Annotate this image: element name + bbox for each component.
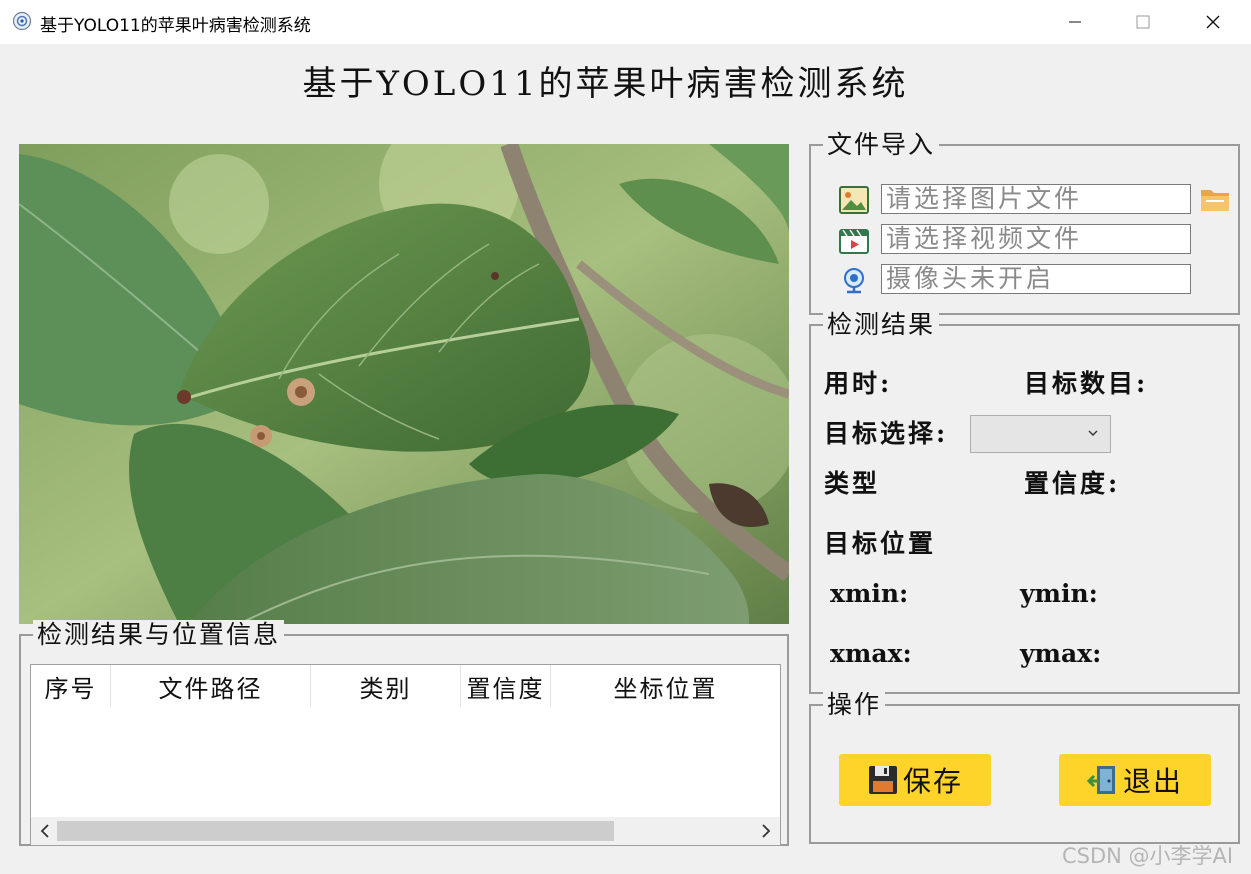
scroll-left-icon[interactable] xyxy=(35,821,55,841)
video-file-row: 请选择视频文件 xyxy=(839,224,1229,256)
results-table-group: 检测结果与位置信息 序号 文件路径 类别 置信度 坐标位置 xyxy=(19,620,789,846)
results-table-title: 检测结果与位置信息 xyxy=(33,620,285,650)
ymin-label: ymin: xyxy=(1020,579,1098,608)
target-count-label: 目标数目: xyxy=(1024,369,1149,398)
detection-result-group: 检测结果 用时: 目标数目: 目标选择: 类型 置信度: 目标位置 xmin: … xyxy=(809,310,1240,694)
detection-result-title: 检测结果 xyxy=(823,310,940,340)
results-table[interactable]: 序号 文件路径 类别 置信度 坐标位置 xyxy=(30,664,781,846)
scroll-right-icon[interactable] xyxy=(756,821,776,841)
target-select-label: 目标选择: xyxy=(824,419,949,448)
maximize-icon xyxy=(1136,15,1150,29)
camera-status-field[interactable]: 摄像头未开启 xyxy=(881,264,1191,294)
close-button[interactable] xyxy=(1178,0,1248,44)
horizontal-scrollbar[interactable] xyxy=(31,817,780,845)
close-icon xyxy=(1206,15,1220,29)
save-label: 保存 xyxy=(902,765,963,798)
exit-door-icon xyxy=(1086,766,1115,794)
column-header-coordinates[interactable]: 坐标位置 xyxy=(551,665,780,707)
save-icon xyxy=(868,766,897,794)
operations-group: 操作 保存 退出 xyxy=(809,690,1240,844)
confidence-label: 置信度: xyxy=(1024,469,1121,498)
folder-icon[interactable] xyxy=(1199,184,1231,214)
type-label: 类型 xyxy=(824,469,881,498)
picture-icon xyxy=(839,186,869,214)
file-import-title: 文件导入 xyxy=(823,130,940,160)
file-import-group: 文件导入 请选择图片文件 请选择视频文件 摄像头未开启 xyxy=(809,130,1240,315)
image-preview xyxy=(19,144,789,624)
target-select-dropdown[interactable] xyxy=(970,415,1111,453)
xmin-label: xmin: xyxy=(830,579,909,608)
video-file-field[interactable]: 请选择视频文件 xyxy=(881,224,1191,254)
time-label: 用时: xyxy=(824,369,893,398)
column-header-index[interactable]: 序号 xyxy=(31,665,111,707)
maximize-button[interactable] xyxy=(1108,0,1178,44)
ymax-label: ymax: xyxy=(1020,639,1102,668)
webcam-icon xyxy=(844,268,864,294)
column-header-file-path[interactable]: 文件路径 xyxy=(111,665,311,707)
exit-label: 退出 xyxy=(1122,765,1183,798)
column-header-confidence[interactable]: 置信度 xyxy=(461,665,551,707)
video-icon xyxy=(839,229,869,254)
image-file-row: 请选择图片文件 xyxy=(839,184,1229,216)
watermark: CSDN @小李学AI xyxy=(1062,844,1234,868)
page-title: 基于YOLO11的苹果叶病害检测系统 xyxy=(302,64,909,104)
exit-button[interactable]: 退出 xyxy=(1059,754,1211,806)
window-title: 基于YOLO11的苹果叶病害检测系统 xyxy=(40,16,311,36)
image-file-field[interactable]: 请选择图片文件 xyxy=(881,184,1191,214)
save-button[interactable]: 保存 xyxy=(839,754,991,806)
table-header: 序号 文件路径 类别 置信度 坐标位置 xyxy=(31,665,780,707)
app-icon xyxy=(12,11,32,31)
target-position-label: 目标位置 xyxy=(824,529,937,558)
minimize-icon xyxy=(1069,21,1081,23)
xmax-label: xmax: xyxy=(830,639,912,668)
minimize-button[interactable] xyxy=(1040,0,1110,44)
leaf-photo xyxy=(19,144,789,624)
camera-row: 摄像头未开启 xyxy=(839,264,1229,296)
scrollbar-thumb[interactable] xyxy=(57,821,614,841)
operations-title: 操作 xyxy=(823,690,886,720)
chevron-down-icon xyxy=(1088,430,1098,436)
column-header-class[interactable]: 类别 xyxy=(311,665,461,707)
